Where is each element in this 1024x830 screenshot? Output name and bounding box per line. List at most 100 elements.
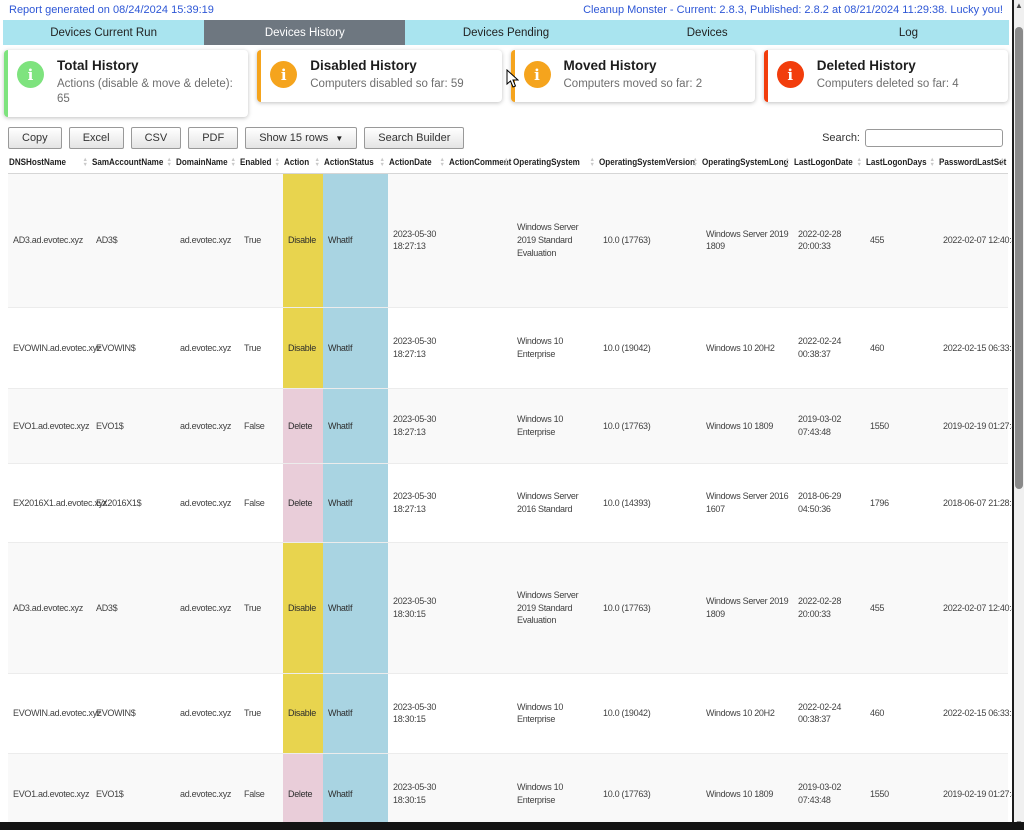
cell-actiondate: 2023-05-30 18:30:15 [388,673,448,753]
column-header-samaccountname[interactable]: SamAccountName ▲▼ [91,154,175,174]
report-generated-text: Report generated on 08/24/2024 15:39:19 [9,4,214,16]
cell-lastlogondays: 1796 [865,463,938,542]
cell-passwordlastset: 2019-02-19 01:27:49 [938,388,1008,463]
cell-enabled: True [239,542,283,673]
search-input[interactable] [865,129,1003,147]
cell-operatingsystemversion: 10.0 (19042) [598,673,701,753]
cell-lastlogondate: 2018-06-29 04:50:36 [793,463,865,542]
cell-lastlogondays: 455 [865,542,938,673]
column-header-lastlogondays[interactable]: LastLogonDays▲▼ [865,154,938,174]
column-header-operatingsystem[interactable]: OperatingSystem▲▼ [512,154,598,174]
column-label: LastLogonDays [866,157,927,168]
column-header-operatingsystemlong[interactable]: OperatingSystemLong▲▼ [701,154,793,174]
column-label: OperatingSystem [513,157,580,168]
cell-samaccountname: EX2016X1$ [91,463,175,542]
column-label: PasswordLastSet [939,157,1006,168]
cell-samaccountname: AD3$ [91,173,175,307]
cell-actionstatus: WhatIf [323,388,388,463]
cell-operatingsystemlong: Windows 10 20H2 [701,673,793,753]
cell-actionstatus: WhatIf [323,753,388,822]
app-version-text: Cleanup Monster - Current: 2.8.3, Publis… [583,4,1003,16]
cell-actioncomment [448,388,512,463]
card-body: Moved HistoryComputers moved so far: 2 [564,58,703,92]
table-toolbar: Copy Excel CSV PDF Show 15 rows▼ Search Bui… [0,123,1012,152]
card-message: Actions (disable & move & delete): 65 [57,77,238,107]
column-header-operatingsystemversion[interactable]: OperatingSystemVersion▲▼ [598,154,701,174]
cell-enabled: True [239,173,283,307]
pdf-button[interactable]: PDF [188,127,238,149]
cell-operatingsystemlong: Windows Server 2016 1607 [701,463,793,542]
window-bottom-edge [0,822,1024,830]
cell-action: Disable [283,673,323,753]
column-label: DomainName [176,157,228,168]
cell-domainname: ad.evotec.xyz [175,388,239,463]
search-label: Search: [822,132,860,144]
cell-dnshostname: EVOWIN.ad.evotec.xyz [8,307,91,388]
cell-actionstatus: WhatIf [323,307,388,388]
column-label: Enabled [240,157,271,168]
sort-icon: ▲▼ [857,159,862,168]
cell-operatingsystemlong: Windows Server 2019 1809 [701,542,793,673]
tab-log[interactable]: Log [808,20,1009,45]
card-title: Deleted History [817,58,959,73]
search-builder-button[interactable]: Search Builder [364,127,464,149]
card-title: Total History [57,58,238,73]
tab-devices-pending[interactable]: Devices Pending [405,20,606,45]
cell-operatingsystem: Windows 10 Enterprise [512,388,598,463]
cell-operatingsystemlong: Windows 10 20H2 [701,307,793,388]
cell-lastlogondays: 455 [865,173,938,307]
column-header-enabled[interactable]: Enabled▲▼ [239,154,283,174]
column-header-actiondate[interactable]: ActionDate▲▼ [388,154,448,174]
cell-operatingsystemversion: 10.0 (17763) [598,388,701,463]
cell-operatingsystemversion: 10.0 (14393) [598,463,701,542]
cell-domainname: ad.evotec.xyz [175,542,239,673]
export-buttons: Copy Excel CSV PDF [8,127,245,149]
column-header-dnshostname[interactable]: DNSHostName▲▼ [8,154,91,174]
column-header-actionstatus[interactable]: ActionStatus▲▼ [323,154,388,174]
cell-actiondate: 2023-05-30 18:30:15 [388,753,448,822]
info-icon: i [777,61,804,88]
cell-domainname: ad.evotec.xyz [175,173,239,307]
column-label: ActionStatus [324,157,374,168]
tab-devices[interactable]: Devices [607,20,808,45]
cell-operatingsystemlong: Windows 10 1809 [701,753,793,822]
sort-icon: ▲▼ [1000,159,1005,168]
cell-operatingsystemlong: Windows 10 1809 [701,388,793,463]
cell-action: Disable [283,307,323,388]
sort-icon: ▲▼ [440,159,445,168]
column-header-passwordlastset[interactable]: PasswordLastSet▲▼ [938,154,1008,174]
cell-lastlogondays: 1550 [865,753,938,822]
sort-icon: ▲▼ [693,159,698,168]
sort-icon: ▲▼ [167,159,172,168]
page-length-select[interactable]: Show 15 rows▼ [245,127,357,149]
excel-button[interactable]: Excel [69,127,124,149]
scroll-up-icon[interactable]: ▲ [1014,1,1024,11]
cell-samaccountname: EVOWIN$ [91,673,175,753]
cell-passwordlastset: 2018-06-07 21:28:39 [938,463,1008,542]
scrollbar-thumb[interactable] [1015,27,1023,489]
cell-actiondate: 2023-05-30 18:27:13 [388,463,448,542]
cell-dnshostname: EX2016X1.ad.evotec.xyz [8,463,91,542]
tab-devices-current-run[interactable]: Devices Current Run [3,20,204,45]
column-header-lastlogondate[interactable]: LastLogonDate▲▼ [793,154,865,174]
vertical-scrollbar[interactable]: ▲ ▼ [1012,0,1024,830]
cell-lastlogondate: 2019-03-02 07:43:48 [793,753,865,822]
copy-button[interactable]: Copy [8,127,62,149]
column-header-action[interactable]: Action▲▼ [283,154,323,174]
sort-icon: ▲▼ [83,159,88,168]
cell-actioncomment [448,307,512,388]
cell-operatingsystem: Windows Server 2019 Standard Evaluation [512,542,598,673]
cell-enabled: True [239,673,283,753]
info-icon: i [17,61,44,88]
cell-passwordlastset: 2022-02-15 06:33:28 [938,307,1008,388]
column-header-actioncomment[interactable]: ActionComment▲▼ [448,154,512,174]
column-label: ActionComment [449,157,511,168]
cell-operatingsystemversion: 10.0 (17763) [598,542,701,673]
card-message: Computers disabled so far: 59 [310,77,463,92]
column-header-domainname[interactable]: DomainName▲▼ [175,154,239,174]
cell-domainname: ad.evotec.xyz [175,753,239,822]
column-label: SamAccountName [92,157,163,168]
table-row: EVOWIN.ad.evotec.xyzEVOWIN$ad.evotec.xyz… [8,673,1008,753]
tab-devices-history[interactable]: Devices History [204,20,405,45]
csv-button[interactable]: CSV [131,127,182,149]
